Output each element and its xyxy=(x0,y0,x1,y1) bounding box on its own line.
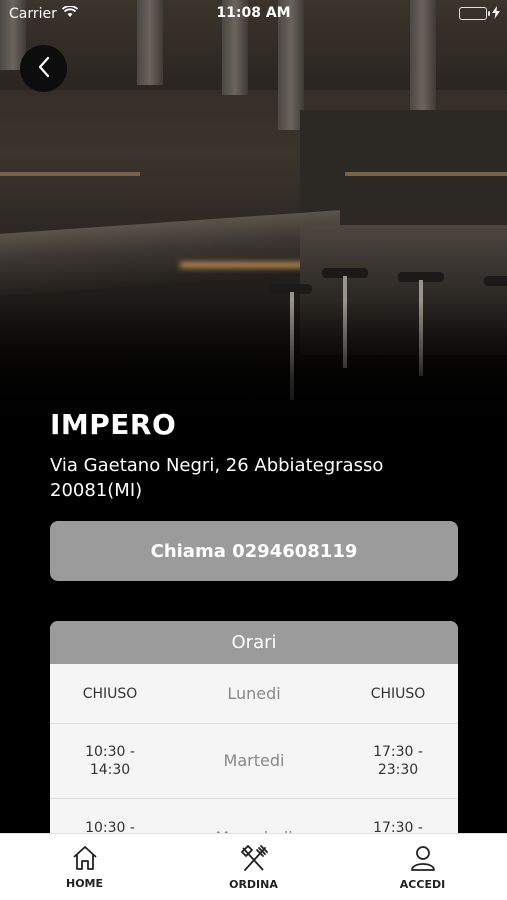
hours-evening: 17:30 - 23:30 xyxy=(373,744,423,778)
battery-icon xyxy=(459,7,490,20)
tab-home-label: HOME xyxy=(65,876,104,890)
hours-row-tuesday: 10:30 - 14:30 Martedi 17:30 - 23:30 xyxy=(50,724,458,799)
cutlery-icon xyxy=(239,844,269,876)
hero-image xyxy=(0,0,507,440)
tab-accedi-label: ACCEDI xyxy=(399,877,446,891)
hours-evening: CHIUSO xyxy=(370,685,426,702)
hours-day: Lunedi xyxy=(227,683,281,703)
back-button[interactable] xyxy=(20,45,67,92)
tab-bar: HOME ORDINA ACCEDI xyxy=(0,833,507,900)
hours-morning: CHIUSO xyxy=(82,685,138,702)
tab-accedi[interactable]: ACCEDI xyxy=(338,834,507,900)
hours-morning: 10:30 - 14:30 xyxy=(85,744,135,778)
tab-ordina[interactable]: ORDINA xyxy=(169,834,338,900)
tab-ordina-label: ORDINA xyxy=(229,877,278,891)
clock: 11:08 AM xyxy=(216,5,291,21)
hours-table: Orari CHIUSO Lunedi CHIUSO 10:30 - 14:30… xyxy=(50,621,458,861)
call-button[interactable]: Chiama 0294608119 xyxy=(50,521,458,581)
tab-home[interactable]: HOME xyxy=(0,834,169,900)
home-icon xyxy=(71,845,99,875)
back-icon xyxy=(37,56,51,82)
user-icon xyxy=(409,844,437,876)
hours-row-monday: CHIUSO Lunedi CHIUSO xyxy=(50,664,458,724)
charging-icon xyxy=(492,6,500,23)
status-bar: Carrier 11:08 AM xyxy=(0,0,507,28)
hours-title: Orari xyxy=(50,621,458,664)
hours-day: Martedi xyxy=(223,751,285,770)
restaurant-name: IMPERO xyxy=(50,408,177,441)
restaurant-address: Via Gaetano Negri, 26 Abbiategrasso 2008… xyxy=(50,455,384,501)
